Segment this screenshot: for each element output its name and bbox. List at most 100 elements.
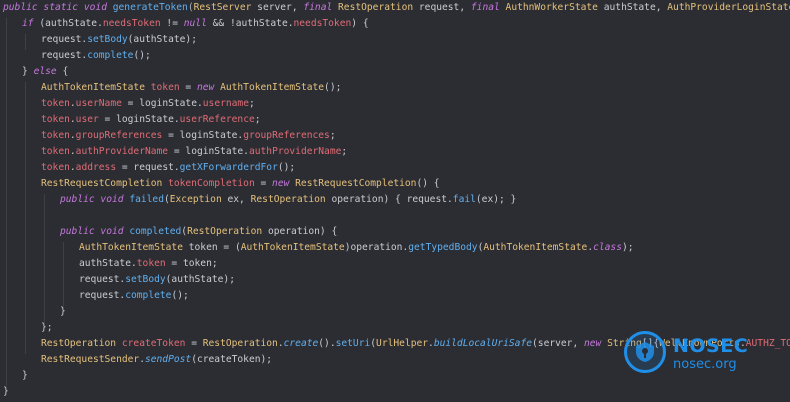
code-token: userName [75, 98, 122, 109]
code-token: = [179, 82, 197, 93]
code-line[interactable]: token.groupReferences = loginState.group… [41, 128, 336, 144]
code-token: complete [125, 290, 172, 301]
code-line[interactable]: token.authProviderName = loginState.auth… [41, 144, 347, 160]
code-token: operation) { [262, 226, 338, 237]
code-line[interactable]: if (authState.needsToken != null && !aut… [22, 16, 369, 32]
code-line[interactable]: token.address = request.getXForwarderdFo… [41, 160, 295, 176]
code-token: (); [133, 50, 151, 61]
code-token: (createToken); [191, 354, 273, 365]
code-line[interactable]: token.user = loginState.userReference; [41, 112, 261, 128]
code-token: server, [251, 2, 304, 13]
code-line[interactable]: } else { [22, 64, 68, 80]
code-token: token [41, 162, 70, 173]
code-token: public static void [3, 2, 113, 13]
code-editor[interactable]: public static void generateToken(RestSer… [0, 0, 790, 402]
code-token: getTypedBody [408, 242, 478, 253]
code-token: token [136, 258, 166, 269]
code-token: ex, [221, 194, 251, 205]
code-token: (); [324, 82, 342, 93]
code-line[interactable]: }; [41, 320, 53, 336]
code-token: needsToken [102, 18, 161, 29]
code-token: } [3, 386, 9, 397]
code-line[interactable]: RestRequestSender.sendPost(createToken); [41, 352, 272, 368]
code-line[interactable]: request.complete(); [79, 288, 189, 304]
code-token: (authState. [39, 18, 103, 29]
code-token: create [283, 338, 319, 349]
code-token: RestOperation [41, 338, 117, 349]
code-line[interactable]: AuthTokenItemState token = new AuthToken… [41, 80, 341, 96]
code-token: RestOperation [250, 194, 326, 205]
code-token: UrlHelper [376, 338, 429, 349]
code-token: else [33, 66, 57, 77]
code-line[interactable]: token.userName = loginState.username; [41, 96, 255, 112]
code-line[interactable]: } [3, 384, 9, 400]
code-line[interactable]: } [60, 304, 66, 320]
code-token: (authState); [165, 274, 235, 285]
code-token: )operation. [344, 242, 409, 253]
code-token: createToken [121, 338, 186, 349]
code-token: token [41, 130, 70, 141]
code-token: authState, [597, 2, 668, 13]
watermark-title: NOSEC [673, 335, 749, 357]
code-token: } [60, 306, 66, 317]
code-token: AuthTokenItemState [240, 242, 345, 253]
code-token: complete [87, 50, 134, 61]
code-token: AuthTokenItemState [483, 242, 588, 253]
code-token: = loginState. [162, 130, 244, 141]
code-token: request. [41, 34, 88, 45]
code-token: (server, [532, 338, 584, 349]
code-token: null [183, 18, 207, 29]
code-token: final [470, 2, 506, 13]
watermark-subtitle: nosec.org [673, 357, 737, 372]
code-line[interactable]: RestRequestCompletion tokenCompletion = … [41, 176, 440, 192]
code-token: AuthTokenItemState [41, 82, 145, 93]
code-token: final [303, 2, 339, 13]
code-token: (ex); } [475, 194, 517, 205]
code-token: } [22, 370, 28, 381]
code-token: buildLocalUriSafe [433, 338, 533, 349]
code-token: needsToken [293, 18, 352, 29]
code-token: new [196, 82, 221, 93]
nosec-logo-icon [624, 331, 666, 373]
code-token: = [185, 338, 203, 349]
code-token: ; [329, 130, 336, 141]
code-token: fail [452, 194, 476, 205]
code-line[interactable]: request.setBody(authState); [41, 32, 197, 48]
code-token: authProviderName [248, 146, 342, 157]
code-token: request. [79, 274, 126, 285]
code-line[interactable]: AuthTokenItemState token = (AuthTokenIte… [79, 240, 634, 256]
code-token: failed [129, 194, 164, 205]
code-token: ; [341, 146, 348, 157]
code-token: address [75, 162, 117, 173]
code-token: AuthTokenItemState [220, 82, 325, 93]
code-line[interactable]: public void failed(Exception ex, RestOpe… [60, 192, 516, 208]
code-token: public void [60, 194, 130, 205]
code-token: request. [79, 290, 126, 301]
code-token: setBody [87, 34, 128, 45]
code-token: RestOperation [202, 338, 278, 349]
code-line[interactable]: request.setBody(authState); [79, 272, 235, 288]
code-token: sendPost [144, 354, 192, 365]
code-token: != [160, 18, 184, 29]
code-line[interactable]: public static void generateToken(RestSer… [3, 0, 790, 16]
code-token: { [56, 66, 69, 77]
code-token: (); [171, 290, 189, 301]
code-token: AuthProviderLoginState [667, 2, 790, 13]
code-token: request. [41, 50, 88, 61]
code-line[interactable]: request.complete(); [41, 48, 151, 64]
code-token: ; [254, 114, 261, 125]
code-token: class [593, 242, 622, 253]
code-line[interactable]: authState.token = token; [79, 256, 218, 272]
code-token: = loginState. [121, 98, 203, 109]
code-token: token [41, 98, 70, 109]
code-token: (). [318, 338, 336, 349]
code-token: token [150, 82, 180, 93]
code-line[interactable]: public void completed(RestOperation oper… [60, 224, 337, 240]
code-token: Exception [169, 194, 222, 205]
code-token: = [254, 178, 273, 189]
code-line[interactable]: } [22, 368, 28, 384]
code-token: getXForwarderdFor [179, 162, 278, 173]
code-token: RestServer [193, 2, 252, 13]
code-token: operation) { request. [325, 194, 453, 205]
code-token: RestRequestCompletion [41, 178, 163, 189]
